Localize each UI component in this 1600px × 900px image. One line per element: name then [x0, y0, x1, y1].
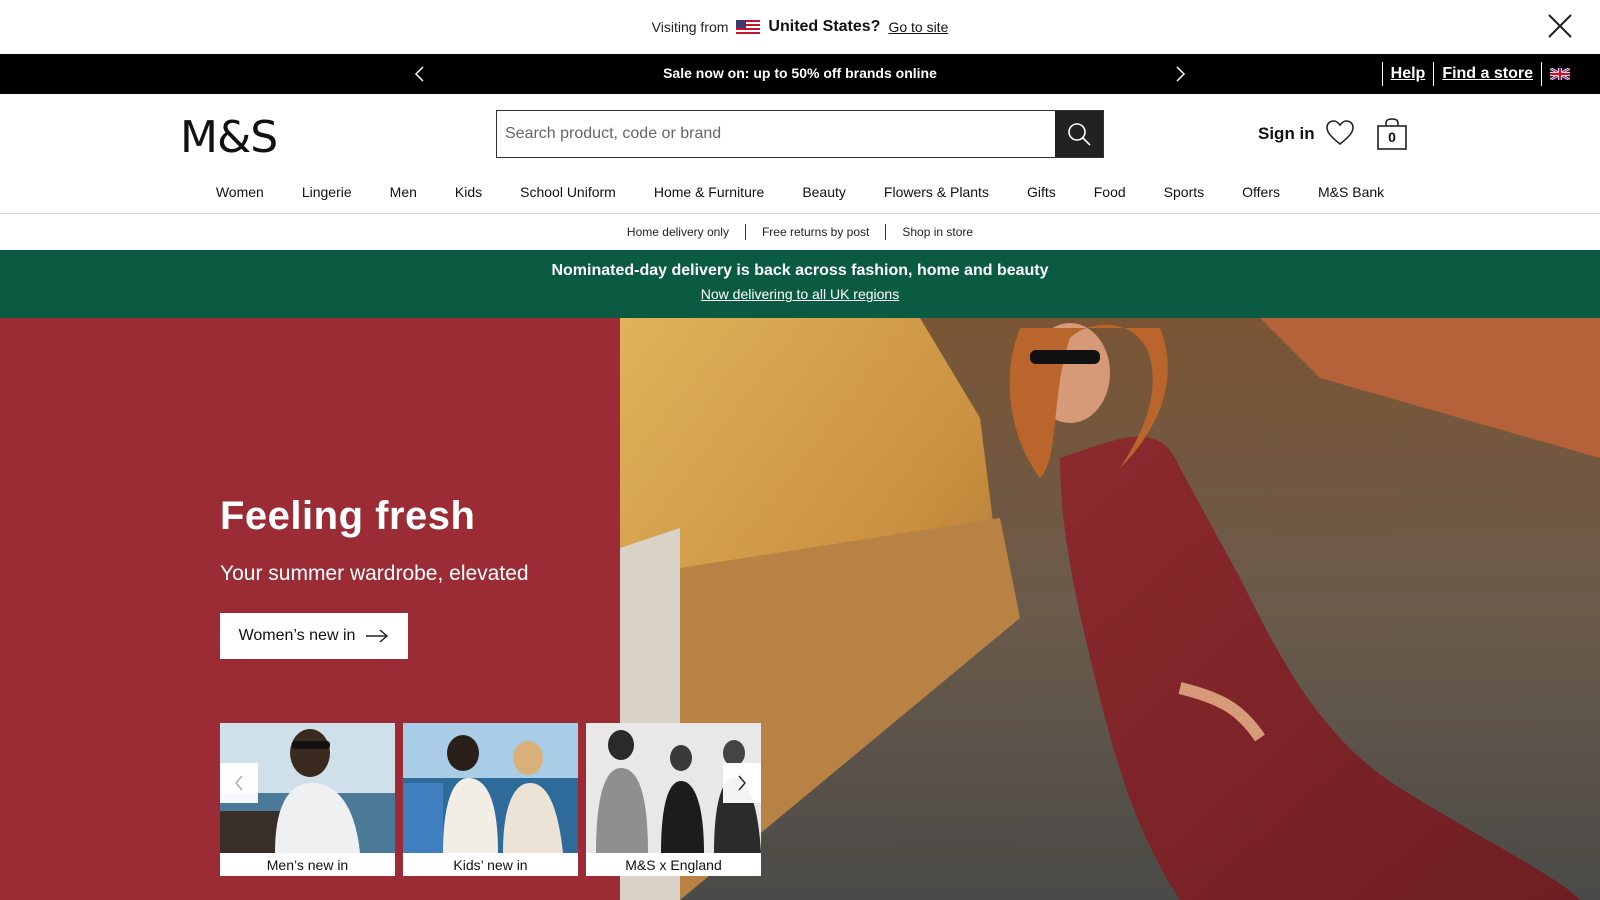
carousel-next-button[interactable] — [723, 763, 761, 803]
search-input[interactable] — [497, 111, 1055, 157]
delivery-banner: Nominated-day delivery is back across fa… — [0, 250, 1600, 318]
divider — [1433, 62, 1435, 86]
chevron-right-icon[interactable] — [1170, 64, 1190, 84]
close-icon[interactable] — [1546, 12, 1574, 40]
delivery-banner-link[interactable]: Now delivering to all UK regions — [0, 286, 1600, 302]
divider — [1381, 62, 1383, 86]
nav-item-home-furniture[interactable]: Home & Furniture — [635, 174, 783, 200]
service-bar: Home delivery only Free returns by post … — [0, 214, 1600, 250]
category-carousel: Men’s new in Kids’ new in M&S x England — [220, 723, 761, 876]
nav-item-lingerie[interactable]: Lingerie — [283, 174, 371, 200]
hero-section: Feeling fresh Your summer wardrobe, elev… — [0, 318, 1600, 900]
card-kids-new-in[interactable]: Kids’ new in — [403, 723, 578, 876]
nav-item-kids[interactable]: Kids — [436, 174, 501, 200]
nav-item-flowers-plants[interactable]: Flowers & Plants — [865, 174, 1008, 200]
delivery-banner-title: Nominated-day delivery is back across fa… — [551, 262, 1049, 279]
go-to-site-link[interactable]: Go to site — [888, 19, 948, 35]
service-home-delivery[interactable]: Home delivery only — [611, 225, 745, 239]
nav-item-men[interactable]: Men — [371, 174, 436, 200]
search-button[interactable] — [1055, 111, 1103, 157]
card-label: Kids’ new in — [453, 857, 528, 873]
nav-item-offers[interactable]: Offers — [1223, 174, 1299, 200]
uk-flag-icon[interactable] — [1550, 68, 1570, 80]
service-free-returns[interactable]: Free returns by post — [746, 225, 885, 239]
hero-subtitle: Your summer wardrobe, elevated — [220, 562, 529, 585]
utility-links: Help Find a store — [1381, 60, 1570, 88]
card-label: M&S x England — [625, 857, 722, 873]
carousel-prev-button[interactable] — [220, 763, 258, 803]
geo-banner: Visiting from United States? Go to site — [0, 0, 1600, 54]
promo-message[interactable]: Sale now on: up to 50% off brands online — [0, 65, 1600, 81]
nav-item-ms-bank[interactable]: M&S Bank — [1299, 174, 1403, 200]
sign-in-link[interactable]: Sign in — [1258, 124, 1315, 144]
hero-title: Feeling fresh — [220, 494, 476, 538]
help-link[interactable]: Help — [1391, 65, 1426, 83]
site-header: M&S Sign in 0 — [0, 94, 1600, 174]
country-name: United States? — [768, 18, 881, 35]
arrow-right-icon — [366, 629, 389, 643]
nav-item-women[interactable]: Women — [197, 174, 283, 200]
chevron-right-icon — [738, 775, 746, 791]
card-mens-new-in[interactable]: Men’s new in — [220, 723, 395, 876]
nav-item-school-uniform[interactable]: School Uniform — [501, 174, 635, 200]
visiting-from-text: Visiting from — [651, 19, 729, 35]
card-ms-x-england[interactable]: M&S x England — [586, 723, 761, 876]
cta-label: Women’s new in — [238, 627, 356, 644]
chevron-left-icon — [235, 775, 243, 791]
service-shop-in-store[interactable]: Shop in store — [886, 225, 989, 239]
search-bar — [496, 110, 1104, 158]
search-icon — [1068, 123, 1091, 146]
nav-item-beauty[interactable]: Beauty — [783, 174, 865, 200]
kids-new-in-image — [403, 723, 578, 853]
womens-new-in-button[interactable]: Women’s new in — [220, 613, 408, 659]
find-store-link[interactable]: Find a store — [1442, 65, 1533, 83]
wishlist-heart-icon[interactable] — [1326, 120, 1354, 146]
shopping-bag-button[interactable]: 0 — [1377, 118, 1407, 150]
main-navigation: Women Lingerie Men Kids School Uniform H… — [0, 174, 1600, 214]
card-label: Men’s new in — [266, 857, 349, 873]
nav-item-sports[interactable]: Sports — [1145, 174, 1223, 200]
ms-logo[interactable]: M&S — [180, 112, 278, 163]
nav-item-food[interactable]: Food — [1075, 174, 1145, 200]
bag-count: 0 — [1388, 129, 1396, 145]
us-flag-icon — [736, 20, 761, 34]
nav-item-gifts[interactable]: Gifts — [1008, 174, 1075, 200]
divider — [1541, 62, 1542, 86]
hero-image[interactable] — [620, 318, 1600, 900]
promo-bar: Sale now on: up to 50% off brands online… — [0, 54, 1600, 94]
